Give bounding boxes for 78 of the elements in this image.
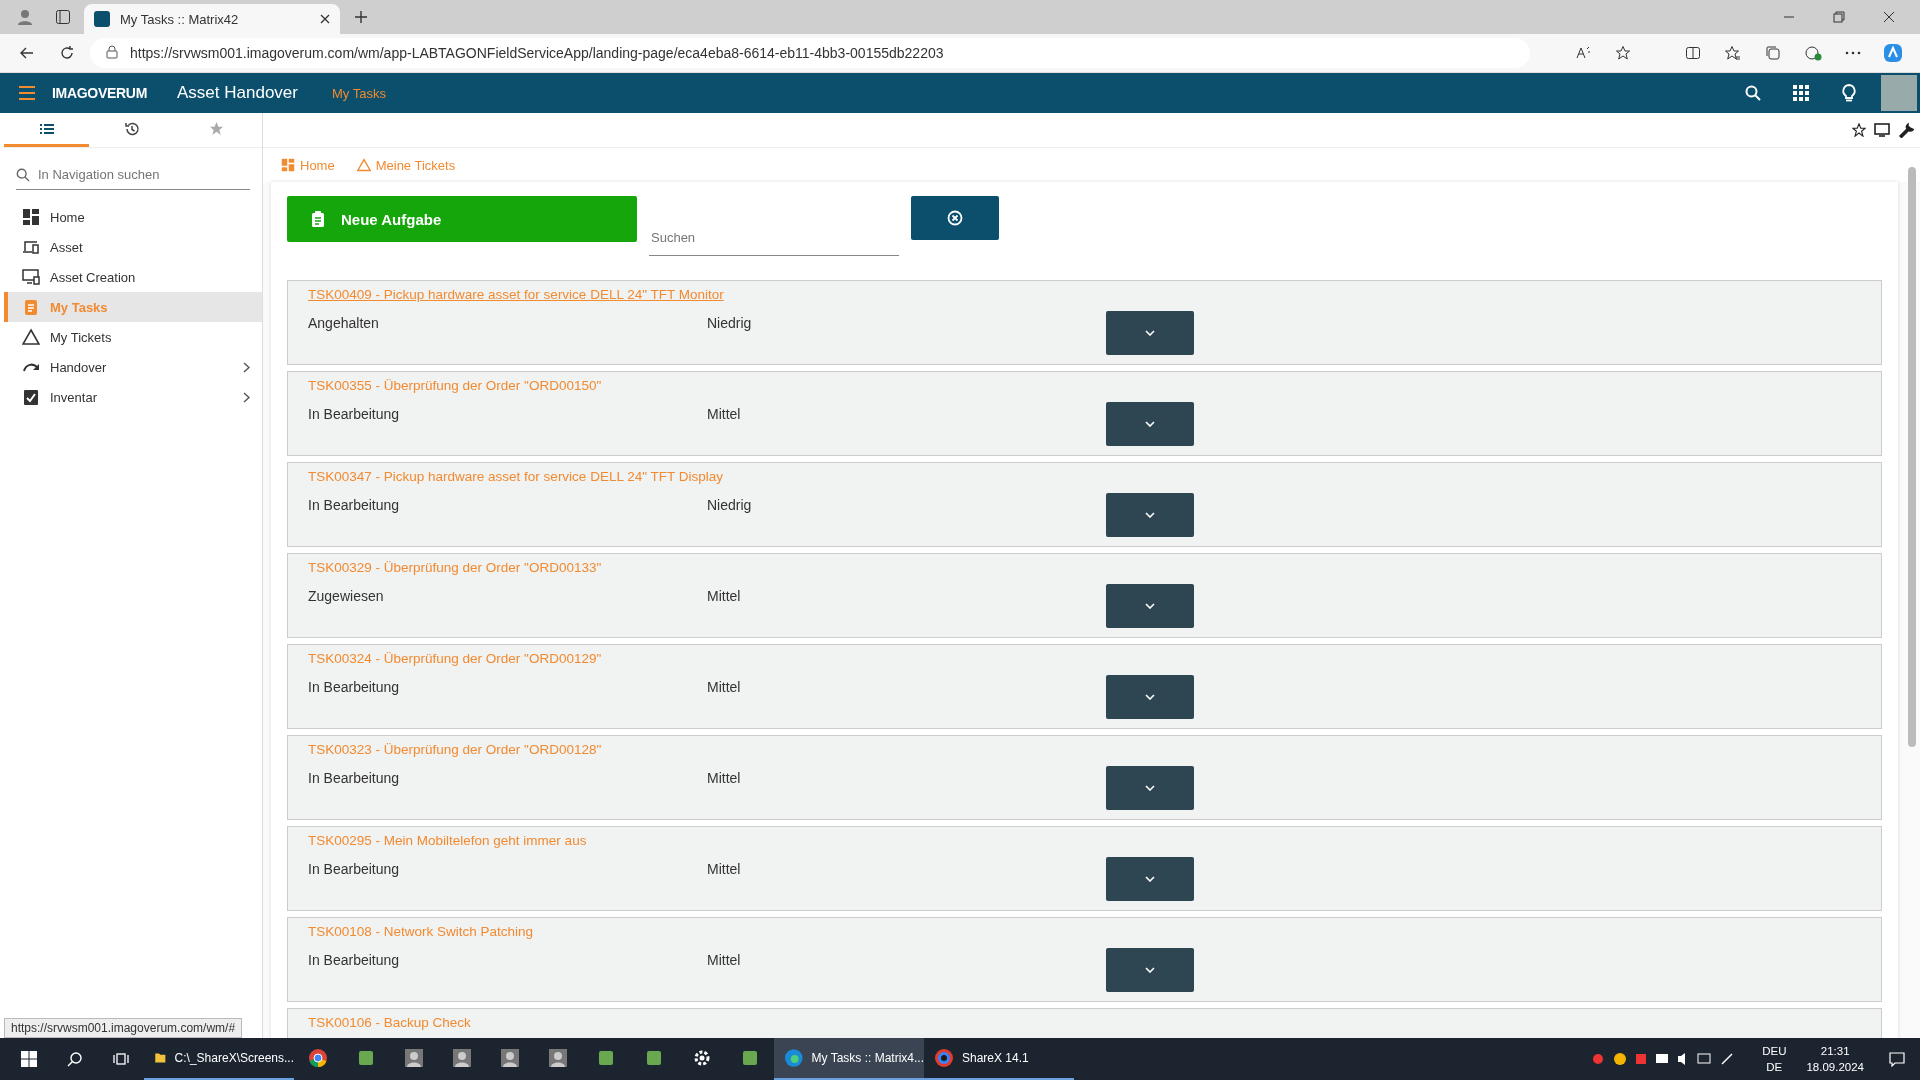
task-priority: Mittel: [707, 952, 741, 968]
chevron-down-icon: [1145, 785, 1155, 791]
clear-icon: [947, 210, 963, 226]
task-status: In Bearbeitung: [308, 861, 400, 877]
grid-icon: [22, 208, 40, 226]
clipboard-icon: [22, 298, 40, 316]
language-code[interactable]: DEU: [1762, 1043, 1787, 1059]
chevron-down-icon: [1145, 694, 1155, 700]
star-icon[interactable]: [1852, 123, 1866, 137]
avatar-icon: [404, 1048, 424, 1068]
monitor-icon: [22, 268, 40, 286]
grid-icon: [281, 158, 295, 172]
avatar-icon: [548, 1048, 568, 1068]
task-priority: Niedrig: [707, 315, 752, 331]
history-icon: [123, 120, 140, 137]
list-icon: [39, 122, 54, 135]
taskbar-app[interactable]: ShareX 14.1: [924, 1038, 1074, 1080]
taskbar-app[interactable]: C:\_ShareX\Screens...: [144, 1038, 294, 1080]
task-status: In Bearbeitung: [308, 497, 400, 513]
chevron-down-icon: [1145, 512, 1155, 518]
chevron-down-icon: [1145, 603, 1155, 609]
nav-item[interactable]: My Tickets: [4, 322, 262, 352]
task-status: In Bearbeitung: [308, 770, 400, 786]
task-status: In Bearbeitung: [308, 952, 400, 968]
nav-item[interactable]: Home: [4, 202, 262, 232]
time[interactable]: 21:31: [1820, 1043, 1850, 1059]
task-priority: Mittel: [707, 770, 741, 786]
taskbar-app[interactable]: My Tasks :: Matrix4...: [774, 1038, 924, 1080]
task-priority: Mittel: [707, 406, 741, 422]
triangle-icon: [22, 328, 40, 346]
edge-icon: [784, 1048, 804, 1068]
chevron-down-icon: [1145, 967, 1155, 973]
app-icon: [644, 1048, 664, 1068]
task-status: In Bearbeitung: [308, 679, 400, 695]
task-priority: Mittel: [707, 861, 741, 877]
chevron-down-icon: [1145, 421, 1155, 427]
clipboard-icon: [311, 211, 325, 227]
chevron-down-icon: [1145, 876, 1155, 882]
app-icon: [596, 1048, 616, 1068]
avatar-icon: [500, 1048, 520, 1068]
task-priority: Niedrig: [707, 497, 752, 513]
nav-item[interactable]: Inventar: [4, 382, 262, 412]
triangle-icon: [356, 158, 371, 172]
chrome-icon: [308, 1048, 328, 1068]
wrench-icon[interactable]: [1898, 122, 1914, 138]
nav-item[interactable]: Asset: [4, 232, 262, 262]
search-icon: [16, 167, 30, 182]
chevron-right-icon: [243, 391, 250, 403]
task-status: In Bearbeitung: [308, 406, 400, 422]
star-icon: [209, 121, 224, 136]
task-priority: Mittel: [707, 588, 741, 604]
gear-icon: [692, 1048, 712, 1068]
app-title: Asset Handover: [177, 83, 298, 103]
logo: IMAGOVERUM: [52, 85, 147, 101]
date[interactable]: 18.09.2024: [1806, 1059, 1864, 1075]
nav-item[interactable]: Asset Creation: [4, 262, 262, 292]
task-priority: Mittel: [707, 679, 741, 695]
screen-icon[interactable]: [1874, 123, 1890, 137]
keyboard-code[interactable]: DE: [1766, 1059, 1783, 1075]
favicon-icon: [94, 11, 110, 27]
status-url-tooltip: https://srvwsm001.imagoverum.com/wm/#: [4, 1018, 243, 1038]
avatar-icon: [452, 1048, 472, 1068]
sharex-icon: [934, 1048, 954, 1068]
app-icon: [740, 1048, 760, 1068]
app-icon: [356, 1048, 376, 1068]
section-link[interactable]: My Tasks: [331, 85, 386, 101]
address-bar[interactable]: https://srvwsm001.imagoverum.com/wm/app-LABTAGONFieldServiceApp/landing-page/eca4eba8-6614-eb11-4bb3-00155db22203: [90, 38, 1530, 68]
check-icon: [22, 388, 40, 406]
nav-item[interactable]: Handover: [4, 352, 262, 382]
chevron-down-icon: [1145, 330, 1155, 336]
lock-icon: [106, 44, 118, 62]
task-status: Zugewiesen: [308, 588, 384, 604]
chevron-right-icon: [243, 361, 250, 373]
browser-tab[interactable]: My Tasks :: Matrix42: [84, 4, 340, 34]
menu-icon[interactable]: [18, 86, 36, 100]
clear-search-button[interactable]: [911, 196, 999, 240]
task-status: Angehalten: [308, 315, 379, 331]
devices-icon: [22, 238, 40, 256]
